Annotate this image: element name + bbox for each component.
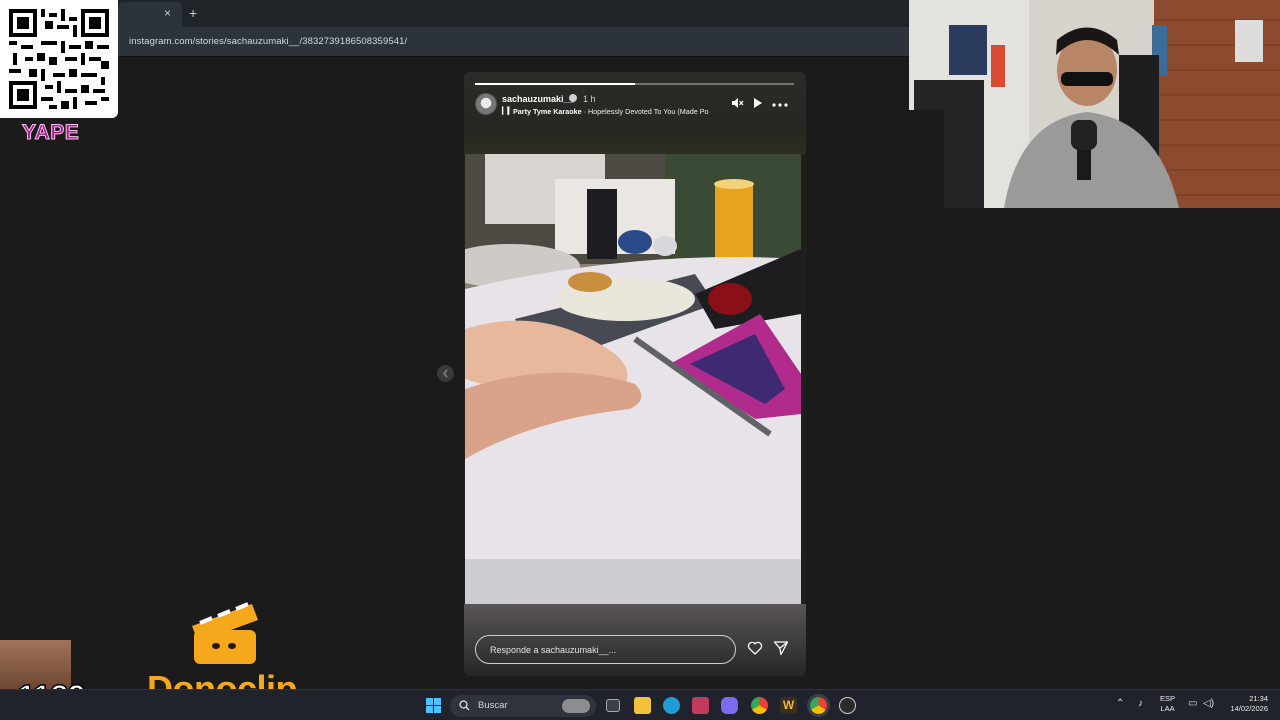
tab-close-icon[interactable]: × [164, 6, 171, 20]
edge-icon[interactable] [663, 697, 680, 714]
story-music[interactable]: Party Tyme Karaoke · Hopelessly Devoted … [513, 107, 720, 116]
qr-code [9, 9, 109, 109]
chevron-left-icon [443, 369, 448, 378]
music-bars-icon: ▎▍ [502, 108, 513, 115]
yape-label: YAPE [21, 121, 80, 145]
send-icon[interactable] [773, 640, 789, 656]
microphone-icon[interactable]: ♪ [1138, 698, 1143, 709]
obs-icon[interactable] [839, 697, 856, 714]
qr-code-panel [0, 0, 118, 118]
story-time: 1 h [583, 94, 596, 104]
story-photo[interactable] [465, 154, 801, 604]
browser-tab-strip: × + [0, 0, 910, 27]
reply-placeholder: Responde a sachauzumaki__... [490, 645, 617, 655]
reply-input[interactable]: Responde a sachauzumaki__... [475, 635, 736, 664]
previous-story-button[interactable] [437, 365, 454, 382]
chrome-icon[interactable] [751, 697, 768, 714]
app-w-icon[interactable]: W [780, 697, 797, 714]
search-highlight-icon [562, 699, 590, 713]
more-icon[interactable] [772, 99, 788, 111]
avatar[interactable] [475, 93, 497, 115]
snipping-tool-icon[interactable] [692, 697, 709, 714]
task-view-icon[interactable] [606, 699, 620, 712]
music-artist: Party Tyme Karaoke [513, 107, 582, 116]
clapperboard-icon [192, 602, 258, 664]
story-progress-fill [475, 83, 635, 85]
chevron-up-icon[interactable]: ⌃ [1116, 698, 1124, 709]
file-explorer-icon[interactable] [634, 697, 651, 714]
language-indicator[interactable]: ESP LAA [1160, 694, 1175, 714]
play-icon[interactable] [752, 97, 763, 109]
copilot-icon[interactable] [721, 697, 738, 714]
taskbar: Buscar W ⌃ ♪ ESP LAA ▭ ◁) 21:34 14/02/2026 [0, 689, 1280, 720]
story-viewer: sachauzumaki__ 1 h ▎▍ Party Tyme Karaoke… [464, 72, 806, 676]
taskbar-search[interactable]: Buscar [450, 695, 596, 717]
volume-icon[interactable]: ◁) [1203, 698, 1214, 709]
windows-start-icon[interactable] [426, 698, 441, 713]
new-tab-button[interactable]: + [189, 5, 197, 21]
screen: × + instagram.com/stories/sachauzumaki__… [0, 0, 1280, 720]
lang-line1: ESP [1160, 694, 1176, 703]
clock-time: 21:34 [1249, 694, 1268, 703]
search-icon [459, 700, 470, 711]
music-title: Hopelessly Devoted To You (Made Po [587, 107, 709, 116]
chrome-active-icon[interactable] [807, 694, 830, 717]
story-progress-bar [475, 83, 794, 85]
clock-date: 14/02/2026 [1230, 704, 1268, 713]
search-placeholder: Buscar [478, 700, 508, 711]
network-icon[interactable]: ▭ [1188, 698, 1197, 709]
taskbar-clock[interactable]: 21:34 14/02/2026 [1226, 694, 1268, 714]
heart-icon[interactable] [747, 640, 763, 656]
verified-badge-icon [569, 94, 577, 102]
browser-tab-active[interactable] [118, 2, 182, 27]
mute-icon[interactable] [731, 97, 744, 109]
lang-line2: LAA [1160, 704, 1175, 713]
story-username[interactable]: sachauzumaki__ [502, 94, 574, 104]
address-bar-url[interactable]: instagram.com/stories/sachauzumaki__/383… [129, 36, 407, 47]
webcam-feed [909, 0, 1280, 208]
